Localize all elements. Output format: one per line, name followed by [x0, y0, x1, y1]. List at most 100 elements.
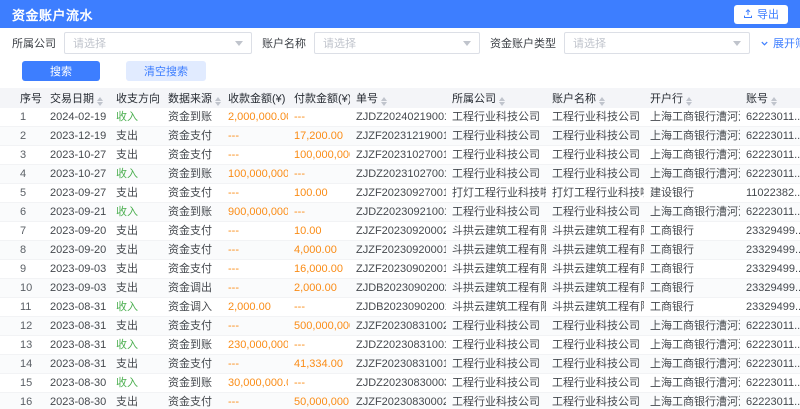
- cell-date: 2023-08-31: [44, 336, 110, 355]
- table-row: 122023-08-31支出资金支付---500,000,000.00ZJZF2…: [0, 317, 800, 336]
- cell-out: ---: [288, 298, 350, 317]
- export-icon: [743, 9, 753, 19]
- cell-direction: 支出: [110, 184, 162, 203]
- cell-company: 打灯工程行业科技啦: [446, 184, 546, 203]
- cell-date: 2023-09-27: [44, 184, 110, 203]
- sort-icon[interactable]: [686, 97, 692, 106]
- expand-filters-link[interactable]: 展开筛选: [760, 35, 800, 51]
- cell-bank: 工商银行: [644, 298, 740, 317]
- company-select[interactable]: 请选择: [64, 32, 252, 54]
- cell-number: 62223011...: [740, 165, 800, 184]
- column-header[interactable]: 单号: [350, 88, 446, 108]
- export-button[interactable]: 导出: [734, 5, 788, 24]
- cell-account: 工程行业科技公司: [546, 374, 644, 393]
- cell-number: 62223011...: [740, 355, 800, 374]
- cell-date: 2023-08-30: [44, 393, 110, 409]
- column-header[interactable]: 所属公司: [446, 88, 546, 108]
- cell-no: 3: [0, 146, 44, 165]
- column-header[interactable]: 收款金额(¥): [222, 88, 288, 108]
- sort-icon[interactable]: [499, 97, 505, 106]
- column-label: 收款金额(¥): [228, 93, 285, 105]
- column-header[interactable]: 数据来源: [162, 88, 222, 108]
- cell-number: 23329499...: [740, 260, 800, 279]
- table-row: 52023-09-27支出资金支付---100.00ZJZF2023092700…: [0, 184, 800, 203]
- cell-source: 资金支付: [162, 355, 222, 374]
- cell-bank: 工商银行: [644, 260, 740, 279]
- account-type-select[interactable]: 请选择: [564, 32, 750, 54]
- cell-out: 50,000,000.00: [288, 393, 350, 409]
- table-row: 152023-08-30收入资金到账30,000,000.00---ZJDZ20…: [0, 374, 800, 393]
- cell-company: 斗拱云建筑工程有限公司: [446, 279, 546, 298]
- cell-number: 23329499...: [740, 241, 800, 260]
- table-row: 12024-02-19收入资金到账2,000,000.00---ZJDZ2024…: [0, 108, 800, 127]
- cell-bank: 上海工商银行漕河泾支行: [644, 374, 740, 393]
- filter-company-label: 所属公司: [12, 35, 56, 51]
- account-name-select[interactable]: 请选择: [314, 32, 480, 54]
- sort-icon[interactable]: [771, 97, 777, 106]
- cell-date: 2023-08-30: [44, 374, 110, 393]
- cell-account: 工程行业科技公司: [546, 165, 644, 184]
- clear-search-button[interactable]: 清空搜索: [126, 61, 206, 81]
- column-header[interactable]: 交易日期: [44, 88, 110, 108]
- cell-account: 工程行业科技公司: [546, 108, 644, 127]
- table-row: 102023-09-03支出资金调出---2,000.00ZJDB2023090…: [0, 279, 800, 298]
- cell-number: 62223011...: [740, 336, 800, 355]
- column-header[interactable]: 付款金额(¥): [288, 88, 350, 108]
- cell-no: 11: [0, 298, 44, 317]
- filter-account-type-label: 资金账户类型: [490, 35, 556, 51]
- cell-direction: 收入: [110, 298, 162, 317]
- cell-company: 斗拱云建筑工程有限公司: [446, 241, 546, 260]
- cell-bank: 工商银行: [644, 222, 740, 241]
- cell-out: 16,000.00: [288, 260, 350, 279]
- cell-in: ---: [222, 222, 288, 241]
- account-name-select-placeholder: 请选择: [323, 35, 356, 51]
- cell-bank: 上海工商银行漕河泾支行: [644, 108, 740, 127]
- cell-bank: 上海工商银行漕河泾支行: [644, 146, 740, 165]
- cell-no: 13: [0, 336, 44, 355]
- column-header[interactable]: 账户名称: [546, 88, 644, 108]
- cell-bank: 上海工商银行漕河泾支行: [644, 317, 740, 336]
- cell-in: 30,000,000.00: [222, 374, 288, 393]
- cell-number: 62223011...: [740, 108, 800, 127]
- column-label: 开户行: [650, 93, 683, 105]
- cell-company: 斗拱云建筑工程有限公司: [446, 298, 546, 317]
- cell-in: 2,000.00: [222, 298, 288, 317]
- cell-account: 工程行业科技公司: [546, 146, 644, 165]
- cell-number: 62223011...: [740, 146, 800, 165]
- search-button[interactable]: 搜索: [22, 61, 100, 81]
- cell-no: 9: [0, 260, 44, 279]
- cell-order: ZJZF20231219001: [350, 127, 446, 146]
- cell-company: 斗拱云建筑工程有限公司: [446, 260, 546, 279]
- expand-filters-label: 展开筛选: [773, 35, 800, 51]
- cell-bank: 上海工商银行漕河泾支行: [644, 393, 740, 409]
- cell-source: 资金支付: [162, 241, 222, 260]
- sort-icon[interactable]: [381, 97, 387, 106]
- cell-no: 4: [0, 165, 44, 184]
- cell-order: ZJDZ20230921001: [350, 203, 446, 222]
- cell-date: 2024-02-19: [44, 108, 110, 127]
- column-header[interactable]: 开户行: [644, 88, 740, 108]
- cell-in: 100,000,000.00: [222, 165, 288, 184]
- table-row: 62023-09-21收入资金到账900,000,000.00---ZJDZ20…: [0, 203, 800, 222]
- sort-icon[interactable]: [215, 97, 221, 106]
- column-header[interactable]: 账号: [740, 88, 800, 108]
- cell-in: ---: [222, 317, 288, 336]
- cell-source: 资金到账: [162, 374, 222, 393]
- actions-row: 搜索 清空搜索: [0, 58, 800, 84]
- export-label: 导出: [757, 6, 779, 22]
- page-title: 资金账户流水: [12, 5, 93, 24]
- column-header[interactable]: 收支方向: [110, 88, 162, 108]
- filter-bar: 所属公司 请选择 账户名称 请选择 资金账户类型 请选择: [0, 28, 800, 58]
- cell-source: 资金到账: [162, 203, 222, 222]
- cell-company: 工程行业科技公司: [446, 108, 546, 127]
- cell-direction: 收入: [110, 165, 162, 184]
- cell-in: ---: [222, 260, 288, 279]
- cell-in: ---: [222, 355, 288, 374]
- cell-bank: 上海工商银行漕河泾支行: [644, 165, 740, 184]
- sort-icon[interactable]: [599, 97, 605, 106]
- cell-order: ZJZF20230830002: [350, 393, 446, 409]
- sort-icon[interactable]: [97, 97, 103, 106]
- cell-no: 7: [0, 222, 44, 241]
- cell-direction: 支出: [110, 241, 162, 260]
- cell-order: ZJDZ20240219001: [350, 108, 446, 127]
